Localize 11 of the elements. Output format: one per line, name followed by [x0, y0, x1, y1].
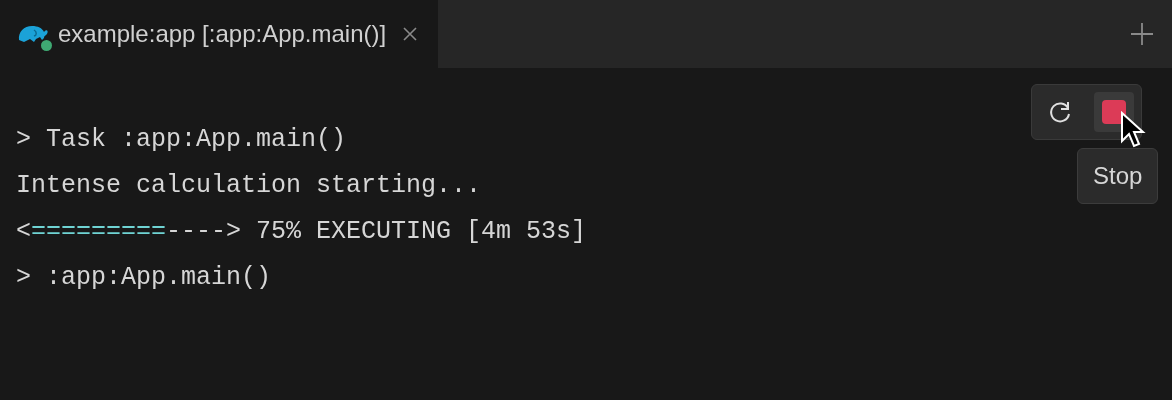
add-tab-icon[interactable]	[1130, 22, 1154, 46]
console-line: > :app:App.main()	[16, 262, 272, 294]
rerun-icon	[1047, 99, 1073, 125]
tooltip: Stop	[1077, 148, 1159, 204]
close-icon[interactable]	[402, 26, 419, 42]
progress-line: <=========----> 75% EXECUTING [4m 53s]	[16, 216, 587, 248]
cursor-icon	[1120, 111, 1146, 149]
console-line: Intense calculation starting...	[16, 170, 482, 202]
tab[interactable]: example:app [:app:App.main()]	[0, 0, 439, 68]
console-line: > Task :app:App.main()	[16, 124, 347, 156]
stop-icon	[1102, 100, 1126, 124]
